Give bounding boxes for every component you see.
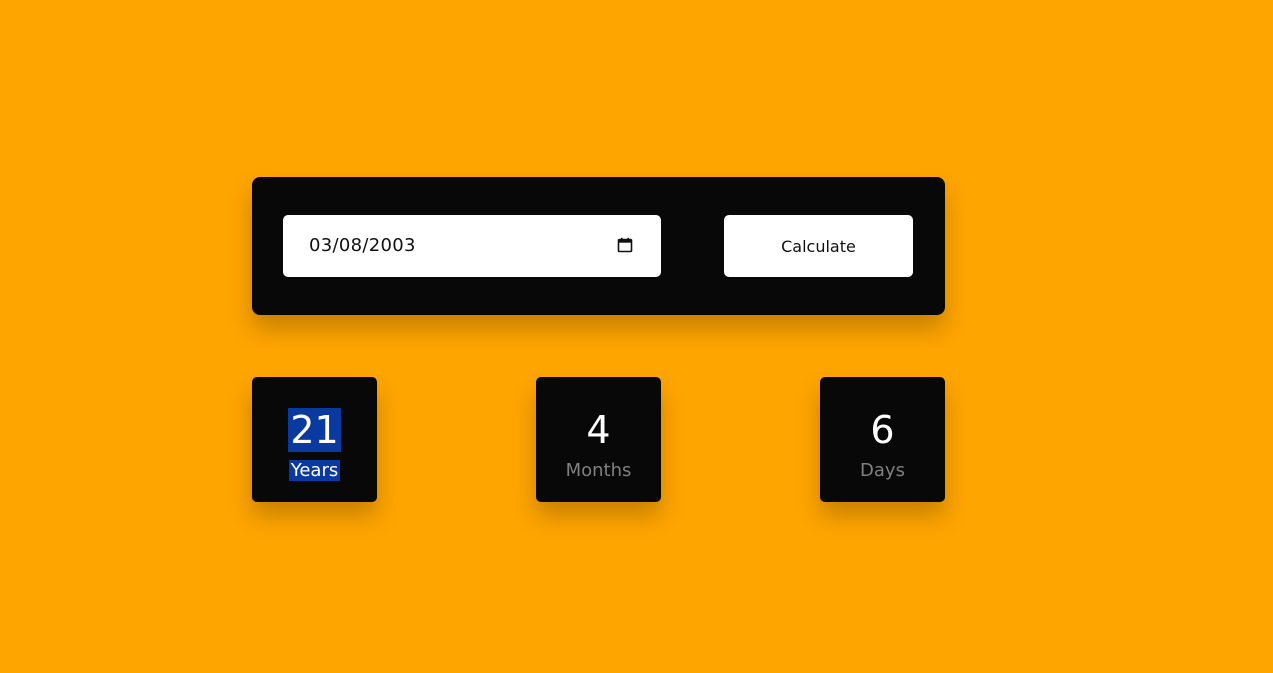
days-value: 6	[870, 408, 895, 452]
months-result-box: 4 Months	[536, 377, 661, 502]
calendar-icon[interactable]	[617, 237, 633, 253]
age-calculator-card: 03/08/2003 Calculate	[252, 177, 945, 315]
days-result-box: 6 Days	[820, 377, 945, 502]
calculate-button[interactable]: Calculate	[724, 215, 913, 277]
years-value: 21	[252, 405, 377, 455]
months-label: Months	[565, 460, 632, 481]
years-value-text: 21	[288, 408, 341, 452]
years-result-box: 21 Years	[252, 377, 377, 502]
years-label: Years	[252, 459, 377, 483]
years-label-text: Years	[288, 460, 341, 481]
birth-date-input[interactable]: 03/08/2003	[283, 215, 661, 277]
days-label: Days	[860, 460, 905, 481]
birth-date-value[interactable]: 03/08/2003	[309, 235, 416, 256]
months-value: 4	[586, 408, 611, 452]
